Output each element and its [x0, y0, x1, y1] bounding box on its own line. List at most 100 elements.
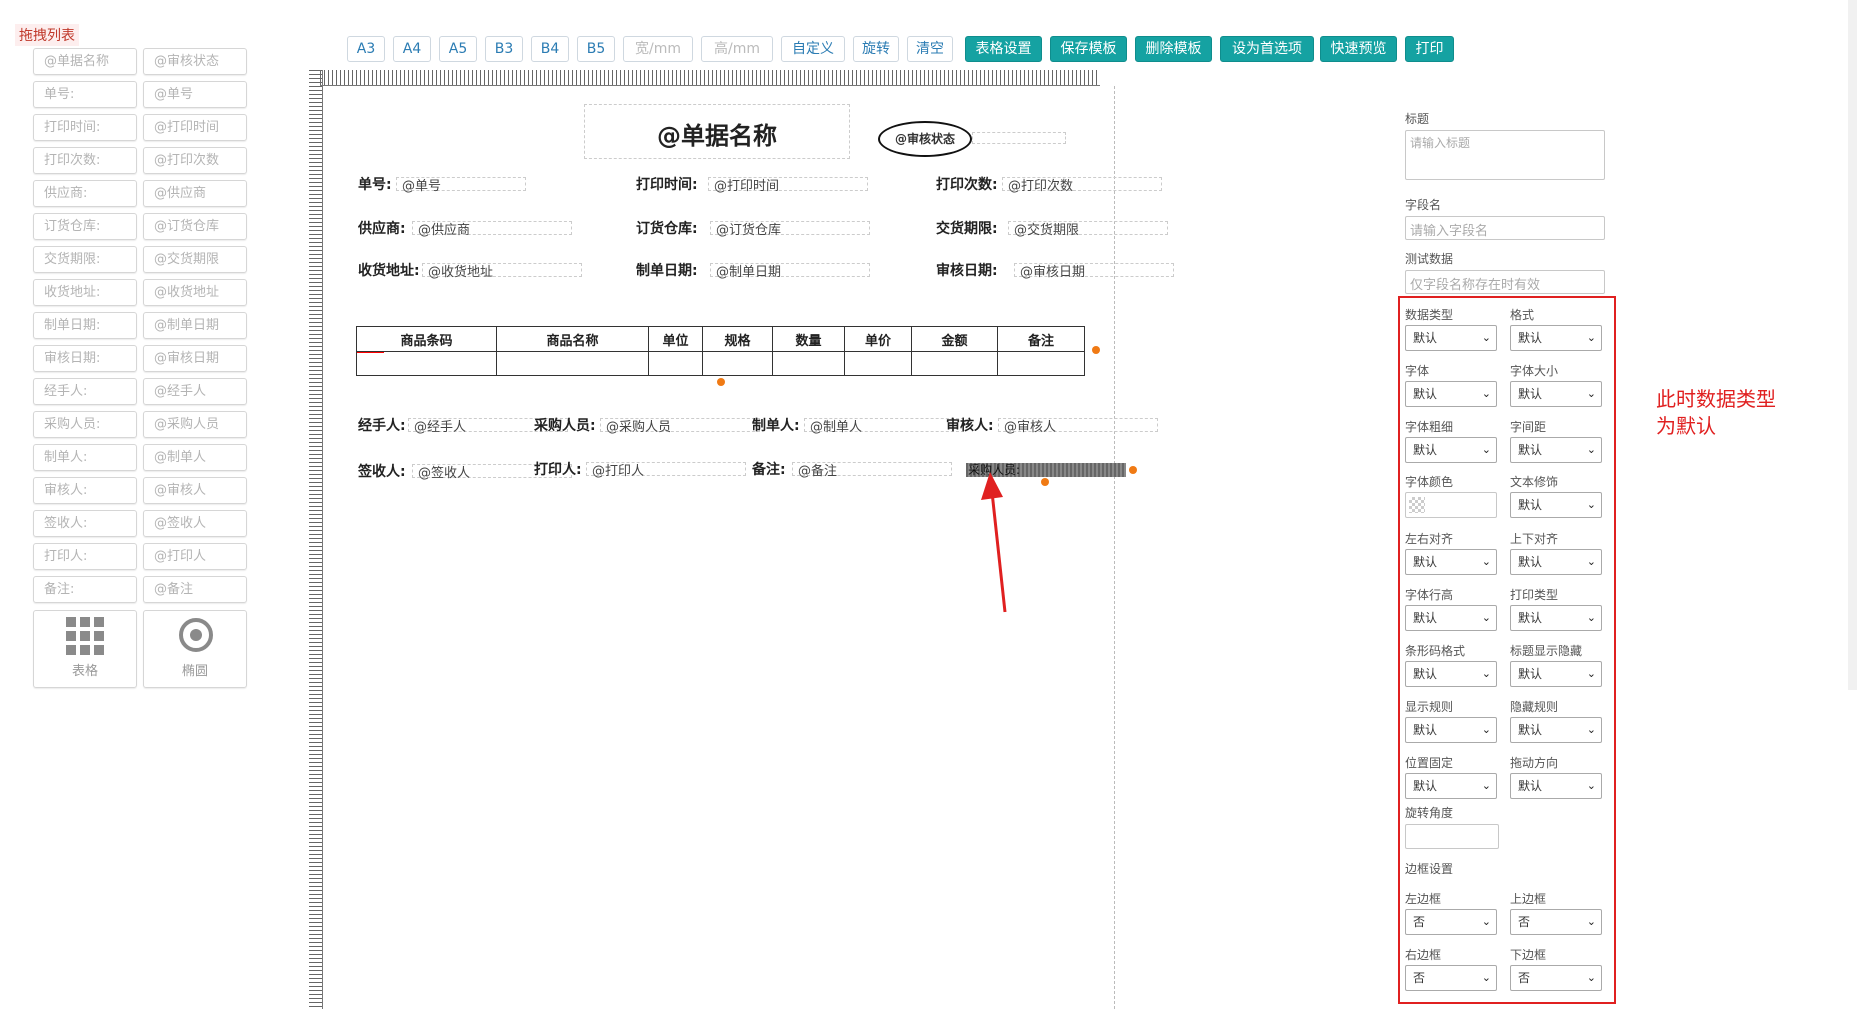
delete-template-button[interactable]: 删除模板 — [1135, 36, 1212, 62]
table-header-cell[interactable]: 金额 — [911, 326, 998, 352]
drag-item-value[interactable]: @打印人 — [143, 543, 247, 570]
ellipse-tile-label: 椭圆 — [181, 664, 208, 679]
drag-item-value[interactable]: @交货期限 — [143, 246, 247, 273]
a3-button[interactable]: A3 — [347, 36, 385, 62]
target-icon — [179, 618, 213, 652]
drag-item-value[interactable]: @收货地址 — [143, 279, 247, 306]
resize-handle-bottom[interactable] — [1041, 478, 1049, 486]
drag-item-value[interactable]: @单号 — [143, 81, 247, 108]
drag-item-label[interactable]: 打印人: — [33, 543, 137, 570]
field-value-made_date: @制单日期 — [716, 265, 782, 280]
drag-item-value[interactable]: @审核状态 — [143, 48, 247, 75]
field-label-buyer: 采购人员: — [534, 418, 596, 434]
drag-item-label[interactable]: 打印次数: — [33, 147, 137, 174]
set-preferred-button[interactable]: 设为首选项 — [1220, 36, 1314, 62]
drag-item-label[interactable]: 打印时间: — [33, 114, 137, 141]
title-textarea[interactable]: 请输入标题 — [1405, 130, 1605, 180]
table-header-cell[interactable]: 规格 — [702, 326, 773, 352]
drag-item-value[interactable]: @采购人员 — [143, 411, 247, 438]
field-label-receiver: 签收人: — [358, 464, 406, 480]
field-label-deadline: 交货期限: — [936, 221, 998, 237]
field-value-buyer: @采购人员 — [606, 420, 672, 435]
field-label: 字段名 — [1405, 198, 1442, 212]
table-cell[interactable] — [772, 351, 845, 376]
vertical-ruler — [309, 70, 323, 1009]
table-settings-button[interactable]: 表格设置 — [965, 36, 1042, 62]
drag-item-label[interactable]: 制单人: — [33, 444, 137, 471]
save-template-button[interactable]: 保存模板 — [1050, 36, 1127, 62]
drag-item-label[interactable]: 订货仓库: — [33, 213, 137, 240]
table-cell[interactable] — [702, 351, 773, 376]
table-header-cell[interactable]: 单价 — [844, 326, 912, 352]
field-value-deadline: @交货期限 — [1014, 223, 1080, 238]
table-cell[interactable] — [648, 351, 703, 376]
b3-button[interactable]: B3 — [485, 36, 523, 62]
drag-item-value[interactable]: @审核日期 — [143, 345, 247, 372]
table-resize-handle-bottom[interactable] — [717, 378, 725, 386]
pointer-arrow — [981, 472, 1007, 613]
drag-item-value[interactable]: @订货仓库 — [143, 213, 247, 240]
table-cell[interactable] — [911, 351, 998, 376]
b4-button[interactable]: B4 — [531, 36, 569, 62]
a5-button[interactable]: A5 — [439, 36, 477, 62]
clear-button[interactable]: 清空 — [907, 36, 953, 62]
scrollbar[interactable] — [1848, 0, 1857, 690]
field-label-audit_date: 审核日期: — [936, 263, 998, 279]
table-header-cell[interactable]: 备注 — [997, 326, 1085, 352]
drag-item-value[interactable]: @供应商 — [143, 180, 247, 207]
field-input[interactable]: 请输入字段名 — [1405, 216, 1605, 240]
drag-item-value[interactable]: @审核人 — [143, 477, 247, 504]
horizontal-ruler — [320, 70, 1100, 86]
drag-item-value[interactable]: @制单人 — [143, 444, 247, 471]
drag-item-value[interactable]: @经手人 — [143, 378, 247, 405]
table-header-cell[interactable]: 单位 — [648, 326, 703, 352]
drag-item-label[interactable]: 交货期限: — [33, 246, 137, 273]
table-cell[interactable] — [997, 351, 1085, 376]
resize-handle-right[interactable] — [1129, 466, 1137, 474]
print-button[interactable]: 打印 — [1405, 36, 1454, 62]
drag-item-label[interactable]: 收货地址: — [33, 279, 137, 306]
table-cell[interactable] — [496, 351, 649, 376]
table-header-cell[interactable]: 数量 — [772, 326, 845, 352]
ellipse-tile[interactable]: 椭圆 — [143, 610, 247, 688]
table-cell[interactable] — [844, 351, 912, 376]
field-label-order_no: 单号: — [358, 177, 392, 193]
table-tile[interactable]: 表格 — [33, 610, 137, 688]
drag-item-value[interactable]: @打印时间 — [143, 114, 247, 141]
drag-item-label[interactable]: @单据名称 — [33, 48, 137, 75]
field-label-printer: 打印人: — [534, 462, 582, 478]
highlight-box — [1398, 296, 1616, 1004]
custom-button[interactable]: 自定义 — [781, 36, 845, 62]
drag-item-label[interactable]: 单号: — [33, 81, 137, 108]
height-input[interactable]: 高/mm — [701, 36, 773, 62]
field-label-address: 收货地址: — [358, 263, 420, 279]
table-cell[interactable] — [356, 351, 497, 376]
drag-item-label[interactable]: 审核日期: — [33, 345, 137, 372]
status-ellipse[interactable]: @审核状态 — [878, 121, 972, 157]
drag-item-value[interactable]: @签收人 — [143, 510, 247, 537]
table-header-cell[interactable]: 商品条码 — [356, 326, 497, 352]
drag-item-label[interactable]: 签收人: — [33, 510, 137, 537]
goods-table[interactable]: 商品条码 商品名称 单位 规格 数量 单价 金额 备注 — [356, 326, 1085, 376]
field-value-warehouse: @订货仓库 — [716, 223, 782, 238]
drag-item-label[interactable]: 经手人: — [33, 378, 137, 405]
drag-item-value[interactable]: @制单日期 — [143, 312, 247, 339]
drag-item-value[interactable]: @打印次数 — [143, 147, 247, 174]
drag-item-label[interactable]: 审核人: — [33, 477, 137, 504]
drag-item-label[interactable]: 供应商: — [33, 180, 137, 207]
field-value-auditor: @审核人 — [1004, 420, 1057, 435]
field-label-auditor: 审核人: — [946, 418, 994, 434]
drag-item-label[interactable]: 制单日期: — [33, 312, 137, 339]
b5-button[interactable]: B5 — [577, 36, 615, 62]
drag-item-label[interactable]: 采购人员: — [33, 411, 137, 438]
table-header-cell[interactable]: 商品名称 — [496, 326, 649, 352]
test-data-input[interactable]: 仅字段名称存在时有效 — [1405, 270, 1605, 294]
drag-item-value[interactable]: @备注 — [143, 576, 247, 603]
a4-button[interactable]: A4 — [393, 36, 431, 62]
field-label-maker: 制单人: — [752, 418, 800, 434]
table-resize-handle-right[interactable] — [1092, 346, 1100, 354]
width-input[interactable]: 宽/mm — [623, 36, 693, 62]
rotate-button[interactable]: 旋转 — [853, 36, 899, 62]
quick-preview-button[interactable]: 快速预览 — [1320, 36, 1397, 62]
drag-item-label[interactable]: 备注: — [33, 576, 137, 603]
